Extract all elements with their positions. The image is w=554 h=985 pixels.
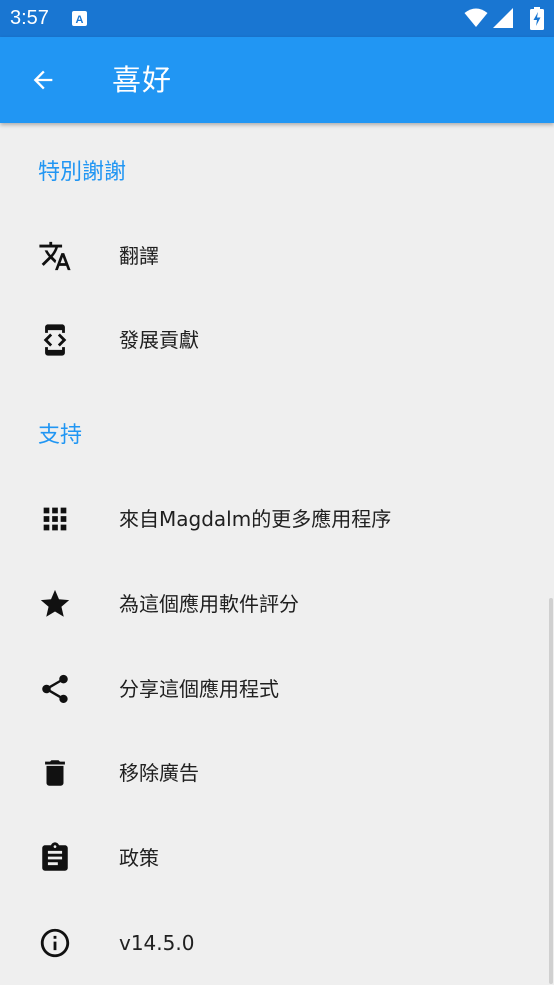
page-title: 喜好	[112, 63, 173, 97]
share-app-label: 分享這個應用程式	[119, 677, 279, 701]
more-apps-label: 來自Magdalm的更多應用程序	[119, 507, 392, 531]
section-header-thanks: 特別謝謝	[38, 160, 127, 185]
status-time: 3:57	[10, 7, 49, 29]
wifi-icon	[464, 8, 488, 27]
battery-charging-icon	[530, 7, 544, 30]
share-app-item[interactable]: 分享這個應用程式	[0, 647, 554, 731]
delete-icon	[37, 755, 73, 791]
app-bar: 喜好	[0, 37, 554, 123]
translate-item[interactable]: 翻譯	[0, 214, 554, 298]
more-apps-item[interactable]: 來自Magdalm的更多應用程序	[0, 477, 554, 561]
info-icon	[37, 925, 73, 961]
share-icon	[37, 671, 73, 707]
remove-ads-item[interactable]: 移除廣告	[0, 731, 554, 815]
translate-label: 翻譯	[119, 244, 159, 268]
cellular-signal-icon	[493, 8, 513, 28]
developer-contribution-label: 發展貢獻	[119, 328, 199, 352]
scrollbar[interactable]	[549, 598, 553, 984]
arrow-back-icon	[33, 70, 53, 90]
developer-mode-icon	[37, 322, 73, 358]
text-notification-icon: A	[72, 11, 87, 26]
policy-item[interactable]: 政策	[0, 816, 554, 900]
back-button[interactable]	[22, 59, 64, 101]
rate-app-label: 為這個應用軟件評分	[119, 592, 299, 616]
developer-contribution-item[interactable]: 發展貢獻	[0, 298, 554, 382]
version-item[interactable]: v14.5.0	[0, 901, 554, 985]
status-bar: 3:57 A	[0, 0, 554, 37]
policy-label: 政策	[119, 846, 159, 870]
rate-app-item[interactable]: 為這個應用軟件評分	[0, 562, 554, 646]
version-label: v14.5.0	[119, 931, 195, 955]
section-header-support: 支持	[38, 423, 83, 448]
apps-grid-icon	[37, 501, 73, 537]
star-icon	[37, 586, 73, 622]
assignment-icon	[37, 840, 73, 876]
svg-text:A: A	[76, 14, 84, 26]
remove-ads-label: 移除廣告	[119, 761, 199, 785]
translate-icon	[37, 238, 73, 274]
